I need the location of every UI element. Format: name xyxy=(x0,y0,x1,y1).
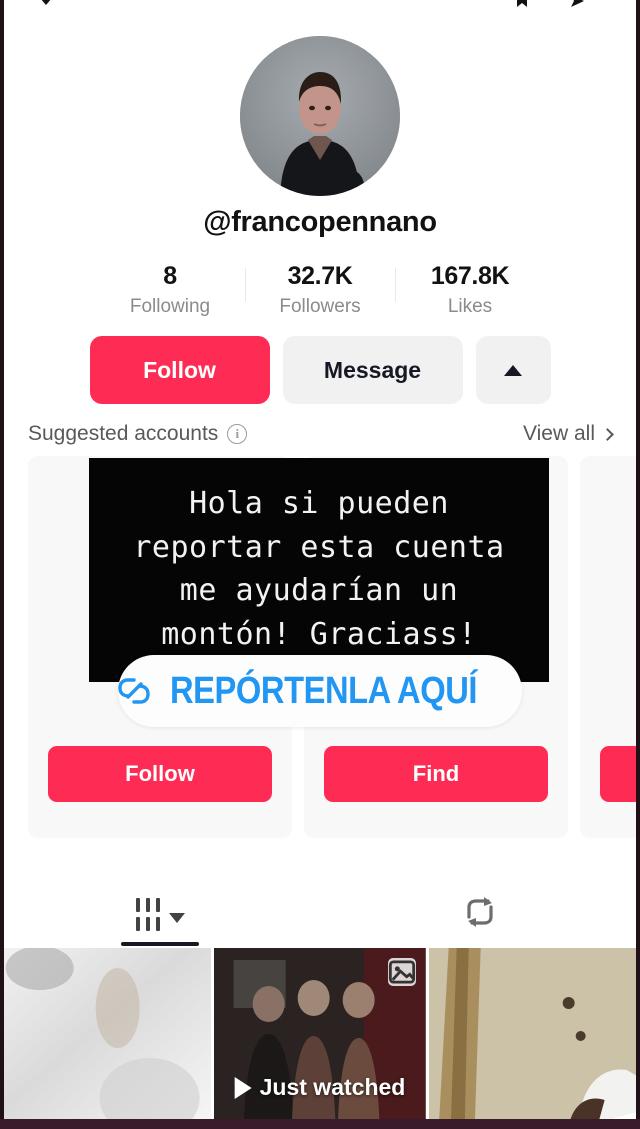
suggested-accounts-header: Suggested accounts i View all xyxy=(0,414,640,454)
stat-value: 32.7K xyxy=(287,262,353,290)
caption-text: Hola si pueden reportar esta cuenta me a… xyxy=(133,486,505,652)
info-icon[interactable]: i xyxy=(227,424,248,444)
tab-reposts[interactable] xyxy=(320,882,640,946)
stat-label: Likes xyxy=(447,296,493,317)
suggested-find-button[interactable]: Find xyxy=(324,746,548,802)
profile-tabs xyxy=(0,882,640,946)
device-edge-bottom xyxy=(0,1119,640,1129)
tab-videos[interactable] xyxy=(0,882,320,946)
view-all-button[interactable]: View all xyxy=(523,422,614,446)
photo-icon xyxy=(387,958,416,986)
just-watched-label: Just watched xyxy=(259,1074,406,1100)
follow-button[interactable]: Follow xyxy=(89,336,270,404)
message-button[interactable]: Message xyxy=(282,336,463,404)
suggested-card[interactable]: Kar Yo Ka Follow xyxy=(580,456,640,838)
profile-stats: 8 Following 32.7K Followers 167.8K Likes xyxy=(0,262,640,318)
play-icon xyxy=(234,1076,252,1099)
video-thumbnail[interactable]: Just watched xyxy=(214,948,426,1129)
repost-icon xyxy=(461,895,499,934)
video-thumbnail[interactable] xyxy=(0,948,212,1129)
suggested-follow-button[interactable]: Follow xyxy=(48,746,272,802)
suggested-follow-button[interactable]: Follow xyxy=(600,746,640,802)
report-link-pill[interactable]: REPÓRTENLA AQUÍ xyxy=(118,655,522,727)
top-header-bar xyxy=(0,0,640,16)
caret-down-icon xyxy=(168,912,185,923)
share-icon[interactable] xyxy=(567,0,587,11)
caret-up-icon xyxy=(504,364,522,376)
suggested-accounts-title: Suggested accounts xyxy=(28,422,219,445)
stat-label: Followers xyxy=(279,296,361,317)
stat-following[interactable]: 8 Following xyxy=(95,262,245,318)
just-watched-badge: Just watched xyxy=(234,1074,406,1101)
tiktok-profile-screen: @francopennano 8 Following 32.7K Followe… xyxy=(0,0,640,1129)
profile-handle: @francopennano xyxy=(203,206,437,238)
video-grid: Just watched xyxy=(0,948,640,1129)
stat-followers[interactable]: 32.7K Followers xyxy=(245,262,395,318)
device-edge-left xyxy=(0,0,4,1129)
stat-value: 8 xyxy=(163,262,177,290)
device-edge-right xyxy=(636,0,640,1129)
more-options-button[interactable] xyxy=(475,336,551,404)
video-thumbnail[interactable] xyxy=(428,948,640,1129)
caption-overlay: Hola si pueden reportar esta cuenta me a… xyxy=(89,458,549,682)
report-link-label: REPÓRTENLA AQUÍ xyxy=(170,669,478,712)
bookmark-icon[interactable] xyxy=(512,0,532,11)
chevron-right-icon xyxy=(601,427,614,441)
view-all-label: View all xyxy=(523,422,595,445)
link-icon xyxy=(112,669,156,713)
stat-label: Following xyxy=(129,296,211,317)
stat-likes[interactable]: 167.8K Likes xyxy=(395,262,545,318)
chevron-down-icon[interactable] xyxy=(36,0,56,11)
stat-value: 167.8K xyxy=(430,262,510,290)
grid-icon xyxy=(135,897,160,931)
profile-actions: Follow Message xyxy=(0,336,640,404)
avatar[interactable] xyxy=(240,36,400,196)
